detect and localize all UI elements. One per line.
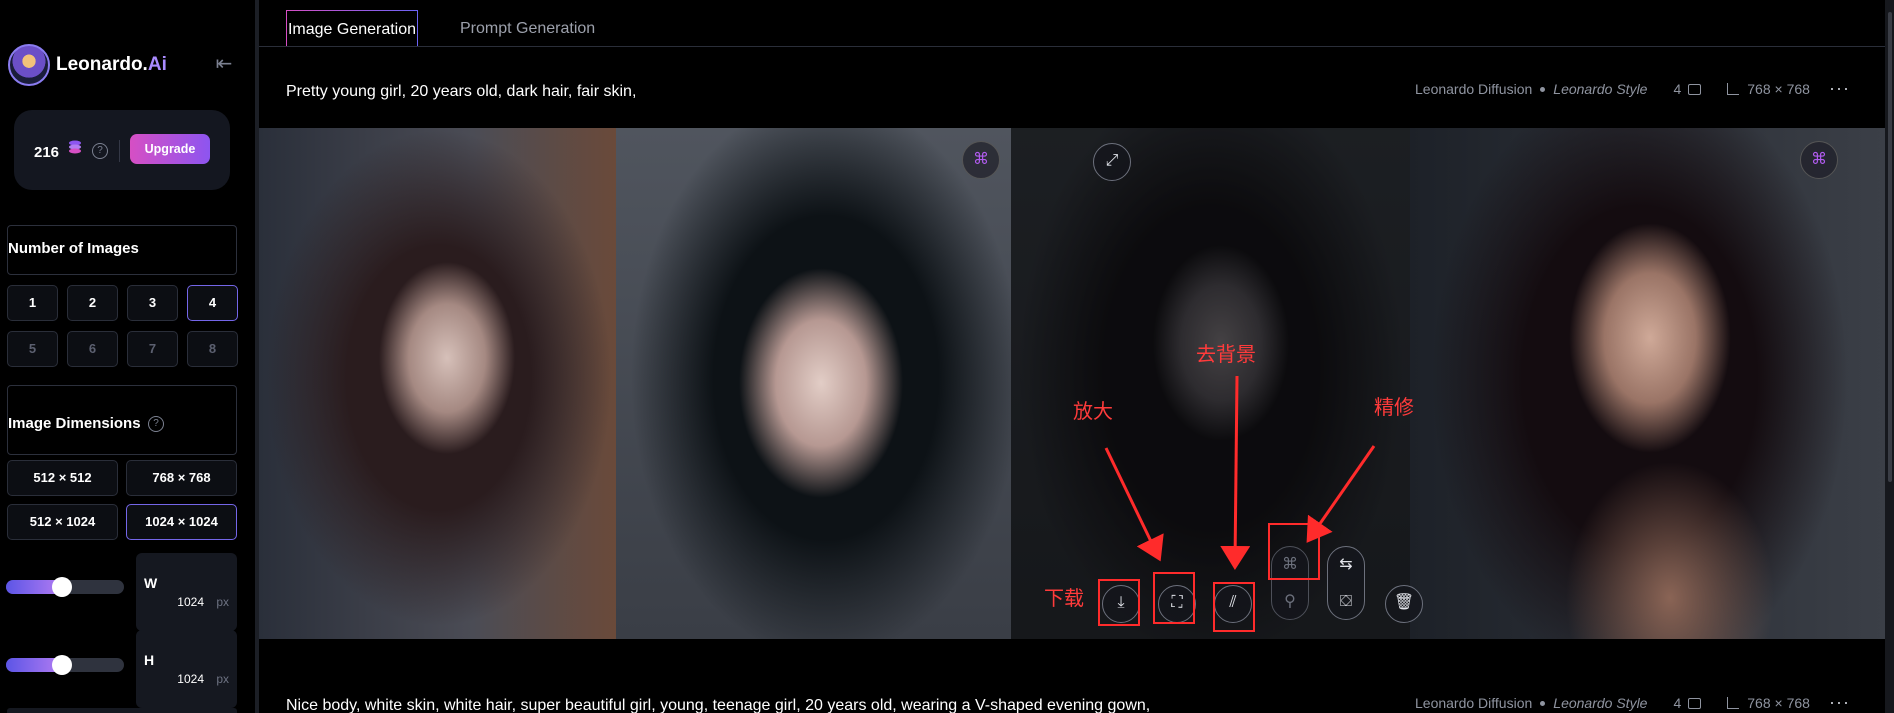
annotation-box-refine: [1268, 523, 1320, 580]
generated-image-1[interactable]: [259, 128, 616, 639]
collapse-left-icon[interactable]: ⇤: [212, 52, 236, 76]
more-options-icon[interactable]: ···: [1829, 78, 1850, 99]
divider: [119, 140, 120, 162]
separator-dot: [1540, 86, 1546, 92]
dimension-option[interactable]: 1024 × 1024: [126, 504, 237, 540]
width-label: W: [144, 575, 158, 591]
width-field[interactable]: W 1024 px: [136, 553, 237, 631]
upgrade-button[interactable]: Upgrade: [130, 134, 210, 164]
number-of-images-title: Number of Images: [8, 240, 139, 257]
zoom-badge-icon[interactable]: ⌘: [962, 141, 1000, 179]
token-card: 216 ? Upgrade: [14, 110, 230, 190]
style-name: Leonardo Style: [1553, 81, 1648, 97]
generated-image-4[interactable]: [1410, 128, 1885, 639]
width-slider[interactable]: [6, 577, 124, 597]
help-icon[interactable]: ?: [148, 416, 164, 432]
num-images-option-4[interactable]: 4: [187, 285, 238, 321]
annotation-label-download: 下载: [1044, 586, 1084, 610]
trash-icon[interactable]: 🗑: [1385, 585, 1423, 623]
app-name: Leonardo.Ai: [56, 54, 167, 75]
height-unit: px: [216, 672, 229, 686]
num-images-option-5[interactable]: 5: [7, 331, 58, 367]
more-options-icon[interactable]: ···: [1829, 692, 1850, 713]
num-images-option-7[interactable]: 7: [127, 331, 178, 367]
image-dimensions-title: Image Dimensions: [8, 415, 141, 432]
app-root: Leonardo.Ai ⇤ 216 ? Upgrade Number of Im…: [0, 0, 1894, 713]
model-name: Leonardo Diffusion: [1415, 81, 1533, 97]
generation-meta: Leonardo Diffusion Leonardo Style 4 768 …: [1415, 81, 1810, 97]
num-images-option-2[interactable]: 2: [67, 285, 118, 321]
width-value[interactable]: 1024: [177, 595, 204, 609]
logo[interactable]: Leonardo.Ai: [8, 44, 167, 86]
num-images-option-1[interactable]: 1: [7, 285, 58, 321]
annotation-box-download: [1098, 579, 1140, 626]
help-icon[interactable]: ?: [92, 143, 108, 159]
sidebar: Leonardo.Ai ⇤ 216 ? Upgrade Number of Im…: [0, 0, 250, 713]
separator-dot: [1540, 700, 1546, 706]
dimension-option[interactable]: 512 × 1024: [7, 504, 118, 540]
height-slider-handle[interactable]: [52, 655, 72, 675]
scrollbar-thumb[interactable]: [1888, 12, 1892, 482]
annotation-label-remove-bg: 去背景: [1196, 342, 1256, 366]
image-count: 4: [1673, 81, 1682, 97]
annotation-box-remove-bg: [1213, 582, 1255, 632]
image-size: 768 × 768: [1747, 81, 1810, 97]
style-name: Leonardo Style: [1553, 695, 1648, 711]
tab-prompt-generation[interactable]: Prompt Generation: [460, 10, 595, 47]
num-images-option-8[interactable]: 8: [187, 331, 238, 367]
dimension-option[interactable]: 768 × 768: [126, 460, 237, 496]
width-slider-handle[interactable]: [52, 577, 72, 597]
dimensions-icon: [1727, 697, 1740, 709]
image-count: 4: [1673, 695, 1682, 711]
token-count: 216: [34, 144, 60, 161]
coins-icon: [69, 140, 81, 154]
annotation-label-refine: 精修: [1374, 395, 1414, 419]
image-grid: [259, 128, 1885, 639]
dimension-option[interactable]: 512 × 512: [7, 460, 118, 496]
image-icon: [1688, 697, 1702, 709]
generated-image-2[interactable]: [616, 128, 1011, 639]
num-images-option-3[interactable]: 3: [127, 285, 178, 321]
edit-button-group[interactable]: ⇆ ⛋: [1327, 546, 1365, 620]
expand-icon[interactable]: ⤢: [1093, 143, 1131, 181]
generation-meta: Leonardo Diffusion Leonardo Style 4 768 …: [1415, 695, 1810, 711]
variation-icon[interactable]: ⚲: [1272, 584, 1308, 620]
height-field[interactable]: H 1024 px: [136, 630, 237, 708]
logo-avatar: [8, 44, 50, 86]
height-label: H: [144, 652, 155, 668]
crop-icon[interactable]: ⛋: [1328, 584, 1364, 620]
next-section-edge: [7, 708, 237, 713]
generation-prompt: Nice body, white skin, white hair, super…: [286, 697, 1151, 713]
generation-prompt: Pretty young girl, 20 years old, dark ha…: [286, 83, 637, 100]
tab-image-generation[interactable]: Image Generation: [286, 10, 418, 47]
width-unit: px: [216, 595, 229, 609]
height-slider[interactable]: [6, 655, 124, 675]
dimensions-icon: [1727, 83, 1740, 95]
swap-icon[interactable]: ⇆: [1328, 547, 1364, 583]
num-images-option-6[interactable]: 6: [67, 331, 118, 367]
annotation-box-upscale: [1153, 572, 1195, 624]
image-icon: [1688, 83, 1702, 95]
annotation-label-upscale: 放大: [1073, 399, 1113, 423]
tabs-divider: [259, 46, 1885, 47]
zoom-badge-icon[interactable]: ⌘: [1800, 141, 1838, 179]
model-name: Leonardo Diffusion: [1415, 695, 1533, 711]
image-size: 768 × 768: [1747, 695, 1810, 711]
height-value[interactable]: 1024: [177, 672, 204, 686]
